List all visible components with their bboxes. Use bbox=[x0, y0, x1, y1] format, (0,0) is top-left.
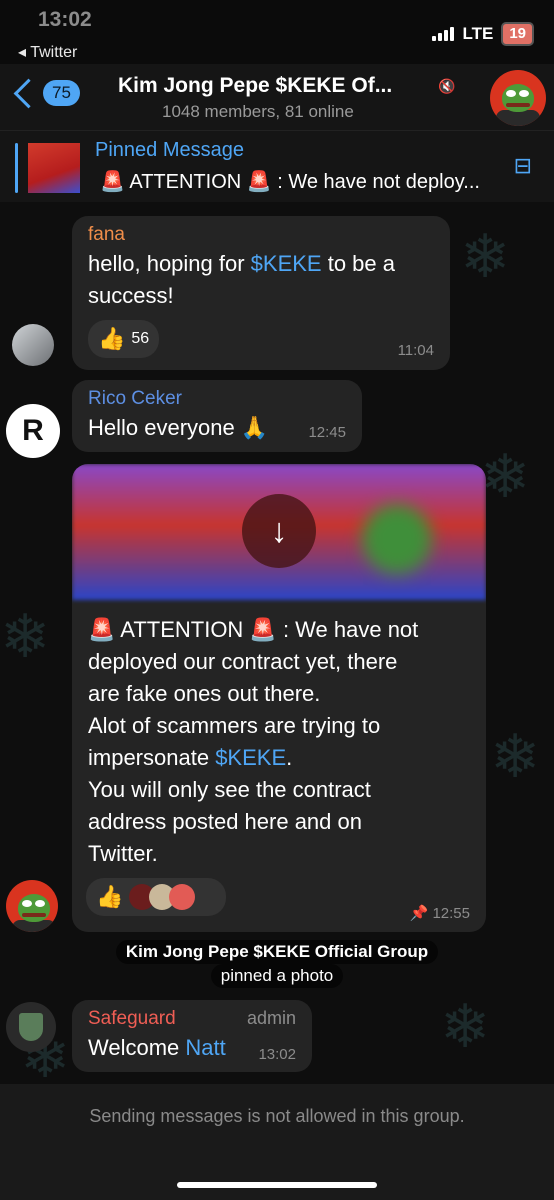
sender-name[interactable]: Safeguard bbox=[88, 1008, 176, 1030]
status-bar: 13:02 ◂ Twitter LTE 19 bbox=[0, 0, 554, 64]
snowflake-icon: ❄ bbox=[440, 993, 491, 1060]
pinned-thumbnail bbox=[28, 143, 80, 193]
snowflake-icon: ❄ bbox=[460, 223, 511, 290]
chevron-left-icon bbox=[13, 78, 44, 108]
mention-link[interactable]: Natt bbox=[185, 1035, 225, 1060]
chat-subtitle: 1048 members, 81 online bbox=[162, 102, 354, 121]
message-text: Welcome Natt bbox=[88, 1035, 226, 1060]
network-label: LTE bbox=[462, 24, 494, 43]
back-button[interactable]: 75 bbox=[8, 78, 80, 108]
download-arrow-icon[interactable]: ↓ bbox=[242, 494, 316, 568]
home-indicator[interactable] bbox=[177, 1182, 377, 1188]
pin-list-icon[interactable]: ⊟ bbox=[514, 153, 532, 179]
sender-avatar[interactable] bbox=[12, 324, 54, 366]
message-time: 13:02 bbox=[258, 1046, 296, 1063]
chat-header: 75 Kim Jong Pepe $KEKE Of... 🔇 1048 memb… bbox=[0, 64, 554, 130]
chat-title[interactable]: Kim Jong Pepe $KEKE Of... bbox=[118, 74, 448, 98]
thumbs-up-icon: 👍 bbox=[98, 326, 126, 351]
admin-badge: admin bbox=[246, 1008, 296, 1028]
snowflake-icon: ❄ bbox=[480, 443, 531, 510]
composer-area: Sending messages is not allowed in this … bbox=[0, 1084, 554, 1200]
message-text: 🚨 ATTENTION 🚨 : We have not deployed our… bbox=[88, 617, 419, 866]
pin-icon: 📌 bbox=[409, 905, 429, 922]
reaction-count: 56 bbox=[131, 330, 150, 347]
sender-avatar[interactable]: R bbox=[6, 404, 60, 458]
message-time: 12:45 bbox=[308, 424, 346, 441]
message-time: 11:04 bbox=[397, 342, 434, 359]
snowflake-icon: ❄ bbox=[0, 603, 51, 670]
chat-area[interactable]: ❄ ❄ ❄ ❄ ❄ ❄ fana hello, hoping for $KEKE… bbox=[0, 202, 554, 1084]
message-bubble[interactable]: Safeguard admin Welcome Natt 13:02 bbox=[72, 1000, 312, 1072]
battery-icon: 19 bbox=[501, 22, 534, 46]
reaction-chip[interactable]: 👍 bbox=[86, 878, 226, 916]
message-text: hello, hoping for $KEKE to be a success! bbox=[88, 251, 395, 308]
shield-icon bbox=[19, 1013, 43, 1041]
group-avatar[interactable] bbox=[490, 70, 546, 126]
message-bubble[interactable]: Rico Ceker Hello everyone 🙏 12:45 bbox=[72, 380, 362, 452]
sender-avatar[interactable] bbox=[6, 880, 58, 932]
reactor-avatar bbox=[169, 884, 196, 910]
sender-avatar[interactable] bbox=[6, 1002, 56, 1052]
system-message: Kim Jong Pepe $KEKE Official Group pinne… bbox=[0, 940, 554, 988]
pinned-label: Pinned Message bbox=[95, 139, 244, 161]
sender-name[interactable]: fana bbox=[88, 224, 125, 246]
back-to-twitter-link[interactable]: ◂ Twitter bbox=[18, 42, 77, 62]
system-message-action: pinned a photo bbox=[210, 964, 344, 988]
message-text: Hello everyone 🙏 bbox=[88, 415, 269, 440]
unread-count-badge: 75 bbox=[43, 80, 80, 106]
pinned-text: 🚨 ATTENTION 🚨 : We have not deploy... bbox=[100, 171, 480, 193]
photo-message-bubble[interactable]: ↓ 🚨 ATTENTION 🚨 : We have not deployed o… bbox=[72, 464, 486, 932]
message-bubble[interactable]: fana hello, hoping for $KEKE to be a suc… bbox=[72, 216, 450, 370]
pinned-indicator bbox=[15, 143, 18, 193]
pinned-message-bar[interactable]: Pinned Message 🚨 ATTENTION 🚨 : We have n… bbox=[0, 130, 554, 203]
muted-icon: 🔇 bbox=[438, 78, 456, 94]
cashtag-link[interactable]: $KEKE bbox=[215, 745, 286, 770]
status-indicators: LTE 19 bbox=[432, 22, 534, 46]
thumbs-up-icon: 👍 bbox=[96, 884, 124, 909]
cashtag-link[interactable]: $KEKE bbox=[251, 251, 322, 276]
sender-name[interactable]: Rico Ceker bbox=[88, 388, 182, 410]
sending-disabled-notice: Sending messages is not allowed in this … bbox=[89, 1106, 465, 1126]
snowflake-icon: ❄ bbox=[490, 723, 541, 790]
reaction-chip[interactable]: 👍 56 bbox=[88, 320, 160, 358]
signal-icon bbox=[432, 27, 455, 41]
status-time: 13:02 bbox=[38, 8, 92, 31]
system-message-actor[interactable]: Kim Jong Pepe $KEKE Official Group bbox=[115, 940, 439, 964]
message-time: 📌 12:55 bbox=[409, 905, 470, 922]
